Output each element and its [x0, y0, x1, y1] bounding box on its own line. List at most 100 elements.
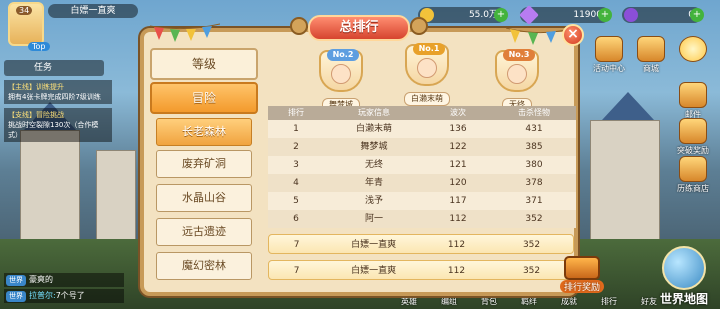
- top-badge: Top: [28, 42, 50, 51]
- ranking-reward-button[interactable]: 排行奖励: [552, 256, 612, 293]
- event-center-icon: [595, 36, 623, 62]
- player-name: 白嫖一直爽: [48, 4, 138, 18]
- cell-rank: 7: [293, 266, 300, 276]
- training-shop-label: 历练商店: [677, 184, 709, 193]
- add-gold-icon[interactable]: +: [494, 8, 508, 22]
- level-badge: 34: [16, 6, 33, 15]
- bunting-decoration: [150, 23, 220, 42]
- cell-wave: 112: [447, 240, 466, 250]
- gear-decoration-icon: [290, 17, 308, 35]
- quest-desc: 拥有4张卡牌完成四阶7级训练: [8, 93, 101, 101]
- chat-message: 豪爽的: [29, 275, 53, 284]
- cell-rank: 7: [293, 240, 300, 250]
- stage-tab-elder-forest[interactable]: 长老森林: [156, 118, 252, 146]
- cell-player: 白嫖一直爽: [351, 266, 397, 276]
- breakthrough-reward-button[interactable]: 突破奖励: [676, 118, 710, 156]
- cell-rank: 1: [293, 124, 299, 134]
- stage-tab-ancient-ruins[interactable]: 远古遗迹: [156, 218, 252, 246]
- diamond-resource-bar[interactable]: 11900 +: [519, 5, 612, 25]
- dialog-title: 总排行: [308, 15, 410, 41]
- close-button[interactable]: ×: [562, 24, 584, 46]
- cell-wave: 136: [449, 124, 467, 134]
- menu-bag[interactable]: 背包: [470, 296, 508, 307]
- cell-wave: 121: [449, 160, 467, 170]
- breakthrough-reward-label: 突破奖励: [677, 146, 709, 155]
- sun-button[interactable]: [676, 36, 710, 63]
- self-rank-row[interactable]: 7 白嫖一直爽 112 352: [268, 260, 574, 280]
- podium-rank-2[interactable]: No.2 舞梦城: [308, 49, 374, 112]
- cell-kills: 352: [525, 214, 543, 224]
- chat-message: 7个号了: [55, 291, 85, 300]
- quest-item[interactable]: 【支线】冒险挑战 挑战时空裂隙130次（合作模式）: [4, 108, 112, 142]
- chat-sender: 拉普尔:: [29, 291, 56, 300]
- cell-player: 浅予: [364, 196, 383, 206]
- menu-team[interactable]: 编组: [430, 296, 468, 307]
- podium-rank-1[interactable]: No.1 白濑末萌: [394, 43, 460, 106]
- table-row[interactable]: 2 舞梦城 122 385: [268, 138, 576, 156]
- purple-gem-icon: [624, 8, 638, 22]
- cell-player: 年青: [364, 178, 383, 188]
- table-row[interactable]: 6 阿一 112 352: [268, 210, 576, 228]
- cell-kills: 371: [525, 196, 543, 206]
- cell-kills: 385: [525, 142, 543, 152]
- table-row[interactable]: 3 无终 121 380: [268, 156, 576, 174]
- cell-wave: 117: [449, 196, 467, 206]
- player-avatar[interactable]: 34 Top: [8, 2, 50, 51]
- cell-kills: 380: [525, 160, 543, 170]
- chat-line[interactable]: 世界 豪爽的: [4, 273, 124, 287]
- gem-resource-bar[interactable]: 0 +: [622, 7, 704, 23]
- podium-rank-3[interactable]: No.3 无终: [484, 49, 550, 112]
- training-shop-button[interactable]: 历练商店: [676, 156, 710, 194]
- stage-tab-magic-jungle[interactable]: 魔幻密林: [156, 252, 252, 280]
- add-gem-icon[interactable]: +: [690, 8, 704, 22]
- cell-kills: 431: [525, 124, 543, 134]
- world-map-button[interactable]: 世界地图: [654, 246, 714, 307]
- table-row[interactable]: 1 白濑末萌 136 431: [268, 120, 576, 138]
- bunting-decoration: [506, 27, 566, 45]
- shop-icon: [637, 36, 665, 62]
- cell-rank: 2: [293, 142, 299, 152]
- podium-player-name: 白濑末萌: [404, 92, 450, 106]
- quest-item[interactable]: 【主线】训练提升 拥有4张卡牌完成四阶7级训练: [4, 80, 112, 104]
- rank-label: No.1: [413, 43, 445, 55]
- stage-tab-crystal-valley[interactable]: 水晶山谷: [156, 184, 252, 212]
- menu-achievement[interactable]: 成就: [550, 296, 588, 307]
- cell-rank: 5: [293, 196, 299, 206]
- stage-list: 长老森林 废弃矿洞 水晶山谷 远古遗迹 魔幻密林: [152, 112, 256, 287]
- rank-2-avatar: No.2: [319, 49, 363, 92]
- cell-player: 白濑末萌: [355, 124, 392, 134]
- cell-kills: 352: [522, 240, 541, 250]
- shop-button[interactable]: 商城: [634, 36, 668, 74]
- cell-wave: 112: [449, 214, 467, 224]
- treasure-chest-icon: [564, 256, 600, 280]
- self-rank-row[interactable]: 7 白嫖一直爽 112 352: [268, 234, 574, 254]
- menu-bond[interactable]: 羁绊: [510, 296, 548, 307]
- menu-hero[interactable]: 英雄: [390, 296, 428, 307]
- building: [96, 150, 136, 250]
- menu-ranking[interactable]: 排行: [590, 296, 628, 307]
- category-tab-adventure[interactable]: 冒险: [150, 82, 258, 114]
- gold-resource-bar[interactable]: 55.0万 +: [418, 7, 508, 23]
- cell-rank: 4: [293, 178, 299, 188]
- category-tab-level[interactable]: 等级: [150, 48, 258, 80]
- header-rank: 排行: [288, 108, 304, 117]
- player-face-icon: [507, 64, 527, 84]
- event-center-label: 活动中心: [593, 64, 625, 73]
- quest-desc: 挑战时空裂隙130次（合作模式）: [8, 121, 99, 139]
- table-row[interactable]: 4 年青 120 378: [268, 174, 576, 192]
- quest-title: 【主线】训练提升: [8, 83, 64, 91]
- header-player: 玩家信息: [358, 108, 390, 117]
- cell-rank: 3: [293, 160, 299, 170]
- player-face-icon: [417, 58, 437, 78]
- chat-channel-tag: 世界: [6, 275, 26, 286]
- sun-icon: [679, 36, 707, 62]
- header-kills: 击杀怪物: [518, 108, 550, 117]
- quest-header[interactable]: 任务: [4, 60, 104, 76]
- event-center-button[interactable]: 活动中心: [592, 36, 626, 74]
- mail-button[interactable]: 邮件: [676, 82, 710, 120]
- add-diamond-icon[interactable]: +: [598, 8, 612, 22]
- table-header: 排行 玩家信息 波次 击杀怪物: [268, 106, 576, 120]
- stage-tab-abandoned-mine[interactable]: 废弃矿洞: [156, 150, 252, 178]
- table-row[interactable]: 5 浅予 117 371: [268, 192, 576, 210]
- chat-line[interactable]: 世界 拉普尔:7个号了: [4, 289, 124, 303]
